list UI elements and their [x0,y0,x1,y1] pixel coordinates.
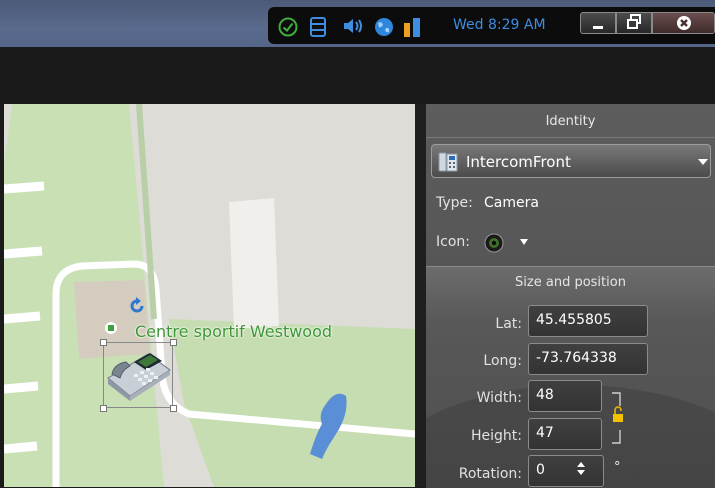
minimize-button[interactable] [580,12,616,34]
lat-label: Lat: [495,316,522,332]
icon-picker-chevron-icon[interactable] [520,239,528,245]
database-icon[interactable] [310,17,326,37]
map-tiles [4,104,415,487]
place-marker[interactable] [105,322,117,334]
width-label: Width: [476,390,522,406]
chevron-down-icon [698,159,708,165]
check-circle-icon[interactable] [278,17,298,37]
entity-name: IntercomFront [466,153,571,171]
rotation-label: Rotation: [458,466,522,482]
refresh-icon[interactable] [128,297,146,315]
identity-section-header: Identity [426,104,715,138]
app-title-bar [0,47,715,104]
resize-handle[interactable] [170,339,177,346]
height-input[interactable]: 47 [528,418,602,450]
spin-down-icon[interactable] [577,470,585,475]
lat-input[interactable]: 45.455805 [528,305,648,337]
size-position-header: Size and position [515,275,626,290]
speaker-icon[interactable] [343,17,365,35]
long-label: Long: [483,353,522,369]
restore-button[interactable] [616,12,652,34]
type-value: Camera [484,195,539,211]
long-input[interactable]: -73.764338 [528,343,648,375]
close-button[interactable] [652,12,715,34]
rotation-value: 0 [536,462,545,478]
globe-icon[interactable] [374,17,394,37]
rotation-input[interactable]: 0 [528,455,604,487]
clock-time[interactable]: Wed 8:29 AM [453,17,546,33]
panel-splitter[interactable] [415,104,426,487]
map-place-label: Centre sportif Westwood [135,322,333,341]
entity-selector-dropdown[interactable]: IntercomFront [431,144,711,178]
resize-handle[interactable] [100,405,107,412]
aspect-ratio-lock-icon[interactable] [610,392,626,444]
properties-panel: Identity IntercomFront Type: Camera Icon… [426,104,715,488]
close-icon [676,16,691,30]
rotation-spinner[interactable] [577,462,585,475]
height-label: Height: [471,428,522,444]
map-view[interactable]: Centre sportif Westwood [4,104,415,487]
intercom-icon [438,152,458,172]
minimize-icon [593,26,603,29]
resize-handle[interactable] [100,339,107,346]
width-input[interactable]: 48 [528,380,602,412]
spin-up-icon[interactable] [577,462,585,467]
resize-handle[interactable] [170,405,177,412]
restore-icon [627,14,641,29]
degree-unit: ° [614,460,621,475]
camera-lens-icon[interactable] [484,233,504,253]
type-label: Type: [436,195,473,211]
signal-bars-icon[interactable] [403,17,421,37]
icon-label: Icon: [436,234,470,250]
phone-icon[interactable] [104,348,172,402]
